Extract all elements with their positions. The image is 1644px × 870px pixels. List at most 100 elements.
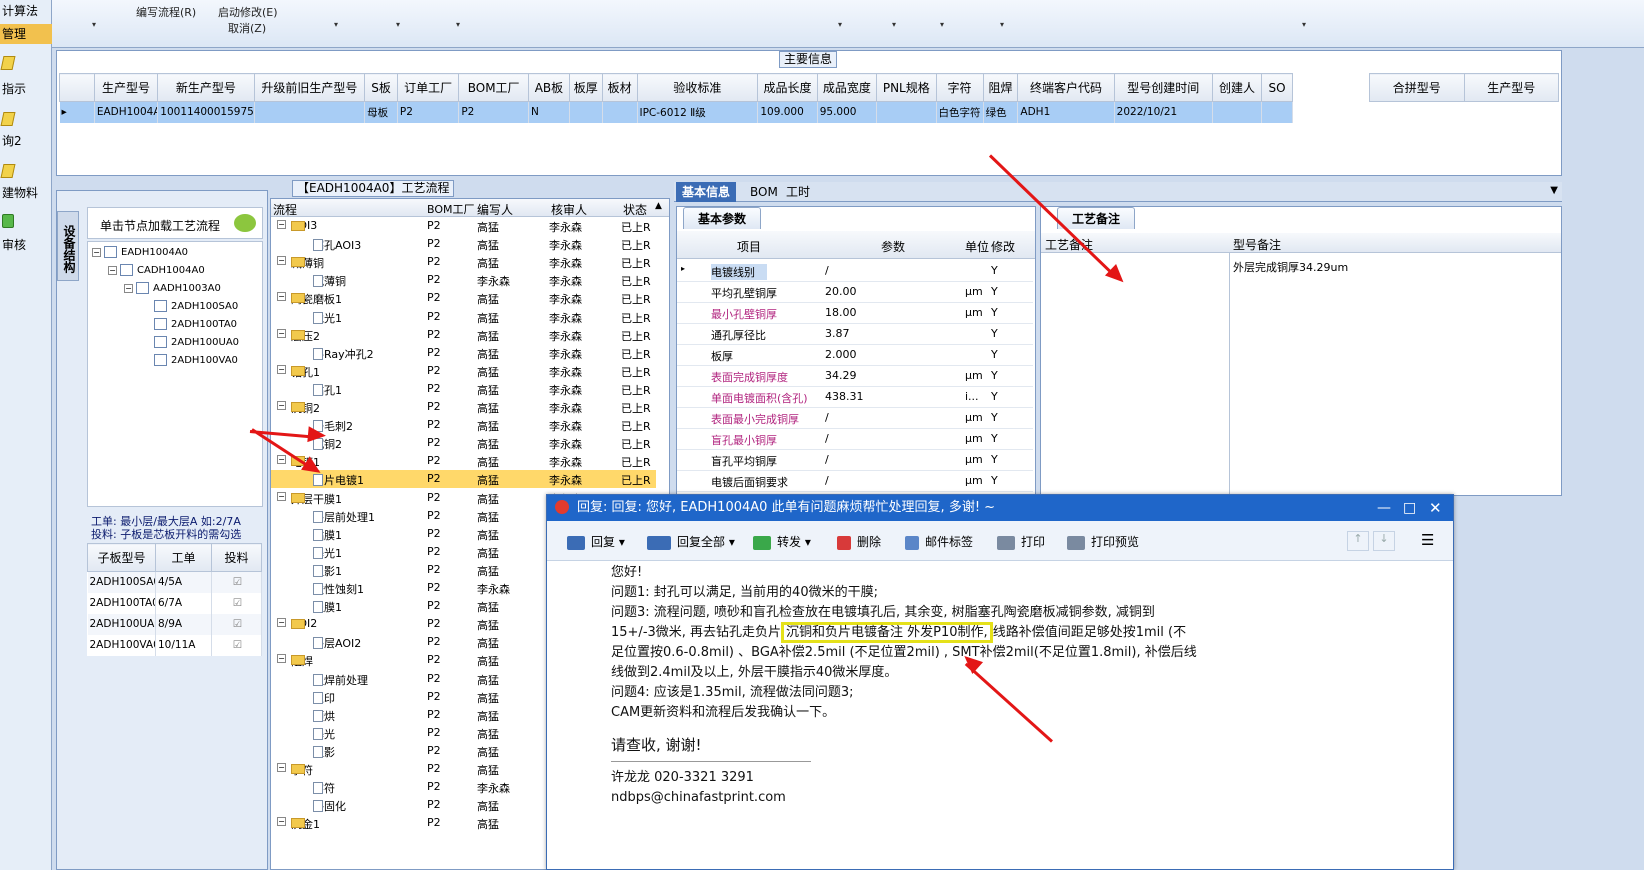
expander-icon[interactable]: −	[277, 455, 286, 465]
print-preview-button[interactable]: 打印预览	[1067, 533, 1139, 550]
col-header[interactable]: 项目	[737, 238, 761, 255]
col-header[interactable]: 生产型号	[1463, 73, 1559, 102]
forward-button[interactable]: 转发 ▾	[753, 533, 811, 550]
table-cell[interactable]: P2	[458, 101, 529, 123]
tree-node[interactable]: 2ADH100UA0	[154, 336, 239, 348]
param-value[interactable]: 3.87	[825, 327, 850, 340]
tab-work-hours[interactable]: 工时	[780, 182, 816, 202]
mail-tag-button[interactable]: 邮件标签	[905, 533, 973, 550]
checkbox[interactable]: ☑	[211, 571, 262, 593]
nav-item-material[interactable]: 建物料	[0, 184, 52, 201]
chevron-down-icon[interactable]: ▾	[396, 20, 400, 29]
col-header[interactable]: BOM工厂	[427, 201, 475, 217]
table-cell[interactable]	[569, 101, 603, 123]
param-row[interactable]: 板厚 2.000 Y	[677, 345, 1033, 366]
tab-basic-info[interactable]: 基本信息	[676, 182, 737, 202]
nav-item-calc[interactable]: 计算法	[0, 2, 52, 19]
col-header[interactable]: 工单	[155, 543, 212, 572]
nav-item-manage[interactable]: 管理	[0, 24, 52, 44]
flow-row[interactable]: −电镀1P2高猛李永森已上R	[271, 452, 656, 470]
col-header[interactable]: 核审人	[551, 201, 587, 218]
table-row[interactable]: 2ADH100VA0 10/11A ☑	[87, 634, 262, 656]
table-cell[interactable]: 白色字符	[936, 101, 984, 123]
table-cell[interactable]: 2022/10/21	[1114, 101, 1213, 123]
tree-node[interactable]: − CADH1004A0	[108, 264, 205, 276]
col-header[interactable]: S板	[364, 73, 398, 102]
table-cell[interactable]: IPC-6012 Ⅱ级	[637, 101, 759, 123]
chevron-down-icon[interactable]: ▾	[838, 20, 842, 29]
expander-icon[interactable]: −	[277, 220, 286, 229]
flow-row[interactable]: X-Ray冲孔2 P2 高猛 李永森 已上R	[271, 344, 656, 362]
col-header[interactable]: AB板	[527, 73, 570, 102]
maximize-icon[interactable]: □	[1403, 495, 1416, 521]
nav-item-query2[interactable]: 询2	[0, 132, 52, 149]
param-value[interactable]: /	[825, 264, 829, 277]
param-row[interactable]: 表面最小完成铜厚 / μm Y	[677, 408, 1033, 429]
chevron-down-icon[interactable]: ▾	[334, 20, 338, 29]
col-header[interactable]: 参数	[881, 238, 905, 255]
col-header[interactable]: 型号创建时间	[1113, 73, 1213, 102]
expander-icon[interactable]: −	[277, 364, 286, 374]
param-value[interactable]: 20.00	[825, 285, 857, 298]
table-cell[interactable]: 109.000	[757, 101, 818, 123]
table-cell[interactable]	[602, 101, 638, 123]
param-row[interactable]: 盲孔最小铜厚 / μm Y	[677, 429, 1033, 450]
tab-device-structure[interactable]: 设备结构	[57, 211, 79, 281]
close-icon[interactable]: ✕	[1429, 495, 1442, 521]
flow-row[interactable]: 减薄铜 P2 李永森 李永森 已上R	[271, 271, 656, 289]
checkbox[interactable]: ☑	[211, 613, 262, 635]
param-row[interactable]: 电镀后面铜要求 / μm Y	[677, 471, 1033, 492]
table-cell[interactable]	[1212, 101, 1263, 123]
chevron-down-icon[interactable]: ▼	[1550, 185, 1558, 196]
table-cell[interactable]	[254, 101, 366, 123]
flow-row[interactable]: − 减薄铜 P2 高猛 李永森 已上R	[271, 253, 656, 271]
flow-row[interactable]: −AOI3 P2 高猛 李永森 已上R	[271, 217, 656, 235]
col-header[interactable]: 修改	[991, 238, 1015, 255]
scroll-up-icon[interactable]: ▲	[655, 201, 662, 211]
col-header[interactable]: 成品长度	[757, 73, 818, 102]
col-header[interactable]: 型号备注	[1233, 236, 1281, 253]
table-cell[interactable]: N	[528, 101, 570, 123]
remarks-header[interactable]: 工艺备注	[1057, 207, 1136, 229]
chevron-down-icon[interactable]: ▾	[456, 20, 460, 29]
reply-all-button[interactable]: 回复全部 ▾	[647, 533, 735, 550]
tree-node[interactable]: − EADH1004A0	[92, 246, 188, 258]
expander-icon[interactable]: −	[277, 618, 286, 628]
col-header[interactable]: 状态	[623, 201, 647, 218]
col-header[interactable]: 创建人	[1211, 73, 1263, 102]
table-cell[interactable]	[1261, 101, 1293, 123]
tree-node[interactable]: 2ADH100SA0	[154, 300, 238, 312]
table-row[interactable]: 2ADH100SA0 4/5A ☑	[87, 571, 262, 593]
table-row[interactable]: 2ADH100UA0 8/9A ☑	[87, 613, 262, 635]
tree-node[interactable]: 2ADH100TA0	[154, 318, 237, 330]
table-cell[interactable]: 绿色	[983, 101, 1019, 123]
param-value[interactable]: 34.29	[825, 369, 857, 382]
table-cell[interactable]: P2	[397, 101, 460, 123]
param-value[interactable]: /	[825, 411, 829, 424]
write-flow-button[interactable]: 编写流程(R)	[136, 4, 196, 20]
col-header[interactable]: 单位	[965, 238, 989, 255]
col-header[interactable]: 成品宽度	[816, 73, 878, 102]
expander-icon[interactable]: −	[277, 328, 286, 338]
cancel-button[interactable]: 取消(Z)	[228, 20, 266, 36]
col-header[interactable]: PNL规格	[876, 73, 937, 102]
param-row[interactable]: 盲孔平均铜厚 / μm Y	[677, 450, 1033, 471]
col-header[interactable]: 生产型号	[93, 73, 159, 102]
arrow-up-icon[interactable]: ↑	[1347, 531, 1369, 551]
chevron-down-icon[interactable]: ▾	[1302, 20, 1306, 29]
col-header[interactable]: 订单工厂	[396, 73, 460, 102]
flow-row[interactable]: − 钻孔1 P2 高猛 李永森 已上R	[271, 362, 656, 380]
table-cell[interactable]: 母板	[364, 101, 398, 123]
flow-row[interactable]: 负片电镀1 P2 高猛 李永森 已上R	[271, 470, 656, 489]
expander-icon[interactable]: −	[277, 292, 286, 302]
tree-node[interactable]: 2ADH100VA0	[154, 354, 238, 366]
col-header[interactable]: 升级前旧生产型号	[253, 73, 366, 102]
param-row[interactable]: 单面电镀面积(含孔) 438.31 i... Y	[677, 387, 1033, 408]
col-header[interactable]: BOM工厂	[458, 73, 529, 102]
param-row[interactable]: 平均孔壁铜厚 20.00 μm Y	[677, 282, 1033, 303]
flow-row[interactable]: − 沉铜2 P2 高猛 李永森 已上R	[271, 398, 656, 416]
print-button[interactable]: 打印	[997, 533, 1045, 550]
col-header[interactable]: 终端客户代码	[1017, 73, 1115, 102]
col-header[interactable]: 编写人	[477, 201, 513, 218]
start-modify-button[interactable]: 启动修改(E)	[218, 4, 278, 20]
